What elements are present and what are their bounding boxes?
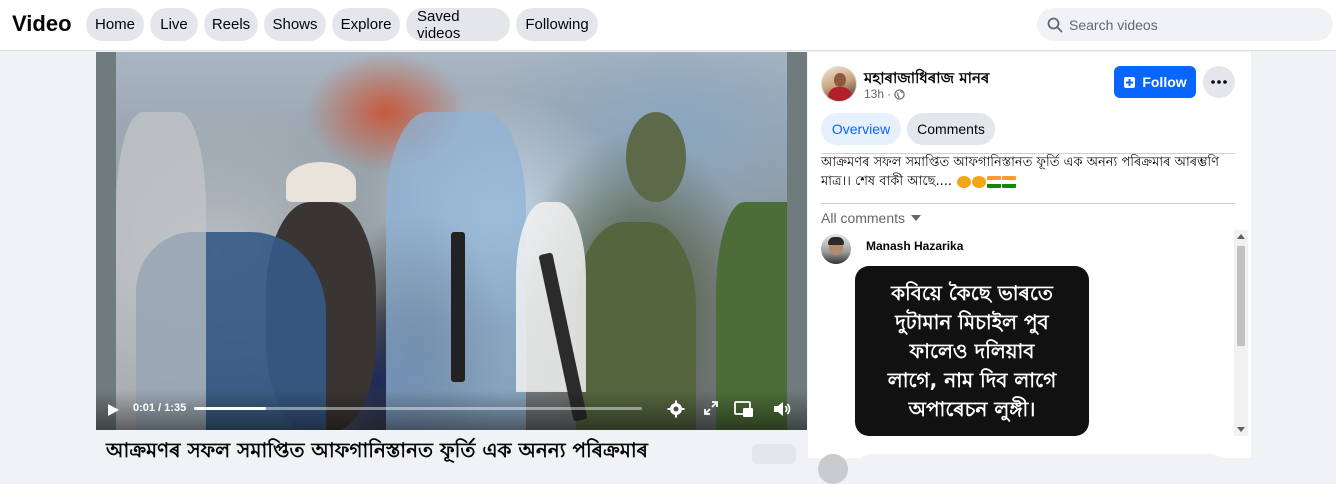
avatar-shirt — [828, 87, 852, 101]
comment-image[interactable]: কবিয়ে কৈছে ভাৰতে দুটামান মিচাইল পুব ফাল… — [855, 266, 1089, 436]
figure-shape — [451, 232, 465, 382]
top-bar: Video Home Live Reels Shows Explore Save… — [0, 0, 1336, 51]
viewer-avatar — [818, 454, 848, 484]
globe-icon — [894, 88, 905, 100]
emoji-icon — [972, 175, 987, 188]
follow-icon — [1124, 77, 1136, 88]
more-icon — [1211, 80, 1227, 84]
india-flag-icon — [1002, 175, 1017, 188]
video-progress-bar[interactable] — [194, 407, 642, 410]
scroll-thumb[interactable] — [1237, 246, 1245, 346]
post-time[interactable]: 13h — [864, 87, 884, 101]
fullscreen-icon[interactable] — [703, 400, 719, 416]
play-icon[interactable] — [106, 403, 120, 417]
tab-comments[interactable]: Comments — [907, 113, 995, 145]
figure-shape — [116, 112, 206, 430]
video-frame[interactable] — [116, 52, 787, 430]
post-text: আক্ৰমণৰ সফল সমাপ্তিত আফগানিস্তানত ফূৰ্তি… — [821, 153, 1235, 191]
more-options-button[interactable] — [1203, 66, 1235, 98]
search-icon — [1047, 17, 1063, 32]
comments-scrollbar[interactable] — [1234, 230, 1248, 436]
post-text-body: আক্ৰমণৰ সফল সমাপ্তিত আফগানিস্তানত ফূৰ্তি… — [821, 155, 1219, 189]
follow-button[interactable]: Follow — [1114, 66, 1196, 98]
avatar-head — [834, 73, 846, 87]
tab-following[interactable]: Following — [516, 8, 598, 41]
page-title: Video — [12, 11, 72, 36]
tab-reels[interactable]: Reels — [204, 8, 258, 41]
search-bar[interactable] — [1037, 8, 1333, 41]
comment-author[interactable]: Manash Hazarika — [866, 239, 963, 253]
video-player[interactable]: 0:01 / 1:35 — [96, 52, 807, 430]
commenter-avatar[interactable] — [821, 234, 851, 264]
caption-action-button[interactable] — [752, 444, 796, 464]
picture-in-picture-icon[interactable] — [734, 400, 754, 418]
figure-shape — [286, 162, 356, 202]
video-progress-fill — [194, 407, 266, 410]
post-meta: 13h · — [864, 87, 905, 101]
divider — [821, 203, 1235, 204]
tab-home[interactable]: Home — [86, 8, 144, 41]
post-panel: মহাৰাজাধিৰাজ মানৰ 13h · Follow Overview … — [808, 52, 1251, 484]
emoji-icon — [957, 175, 972, 188]
meta-separator: · — [887, 87, 892, 101]
tab-overview[interactable]: Overview — [821, 113, 901, 145]
tab-explore[interactable]: Explore — [332, 8, 400, 41]
author-avatar[interactable] — [821, 66, 857, 102]
chevron-down-icon — [911, 215, 922, 221]
india-flag-icon — [987, 175, 1002, 188]
all-comments-label: All comments — [821, 210, 906, 226]
figure-shape — [626, 112, 686, 202]
volume-icon[interactable] — [772, 400, 792, 418]
video-caption: আক্ৰমণৰ সফল সমাপ্তিত আফগানিস্তানত ফূৰ্তি… — [106, 438, 648, 462]
settings-icon[interactable] — [667, 400, 685, 418]
video-time: 0:01 / 1:35 — [133, 402, 187, 414]
comment-image-text: কবিয়ে কৈছে ভাৰতে দুটামান মিচাইল পুব ফাল… — [887, 280, 1057, 421]
avatar-hair — [828, 237, 844, 245]
scroll-down-icon[interactable] — [1237, 427, 1245, 432]
comment-composer — [818, 451, 1238, 484]
follow-label: Follow — [1142, 74, 1187, 90]
scroll-up-icon[interactable] — [1237, 234, 1245, 239]
tab-saved-videos[interactable]: Saved videos — [406, 8, 510, 42]
search-input[interactable] — [1069, 16, 1309, 33]
comment-input[interactable] — [856, 454, 1226, 484]
tab-live[interactable]: Live — [150, 8, 198, 41]
tab-shows[interactable]: Shows — [264, 8, 326, 41]
video-controls: 0:01 / 1:35 — [96, 390, 807, 430]
all-comments-dropdown[interactable]: All comments — [821, 210, 922, 226]
